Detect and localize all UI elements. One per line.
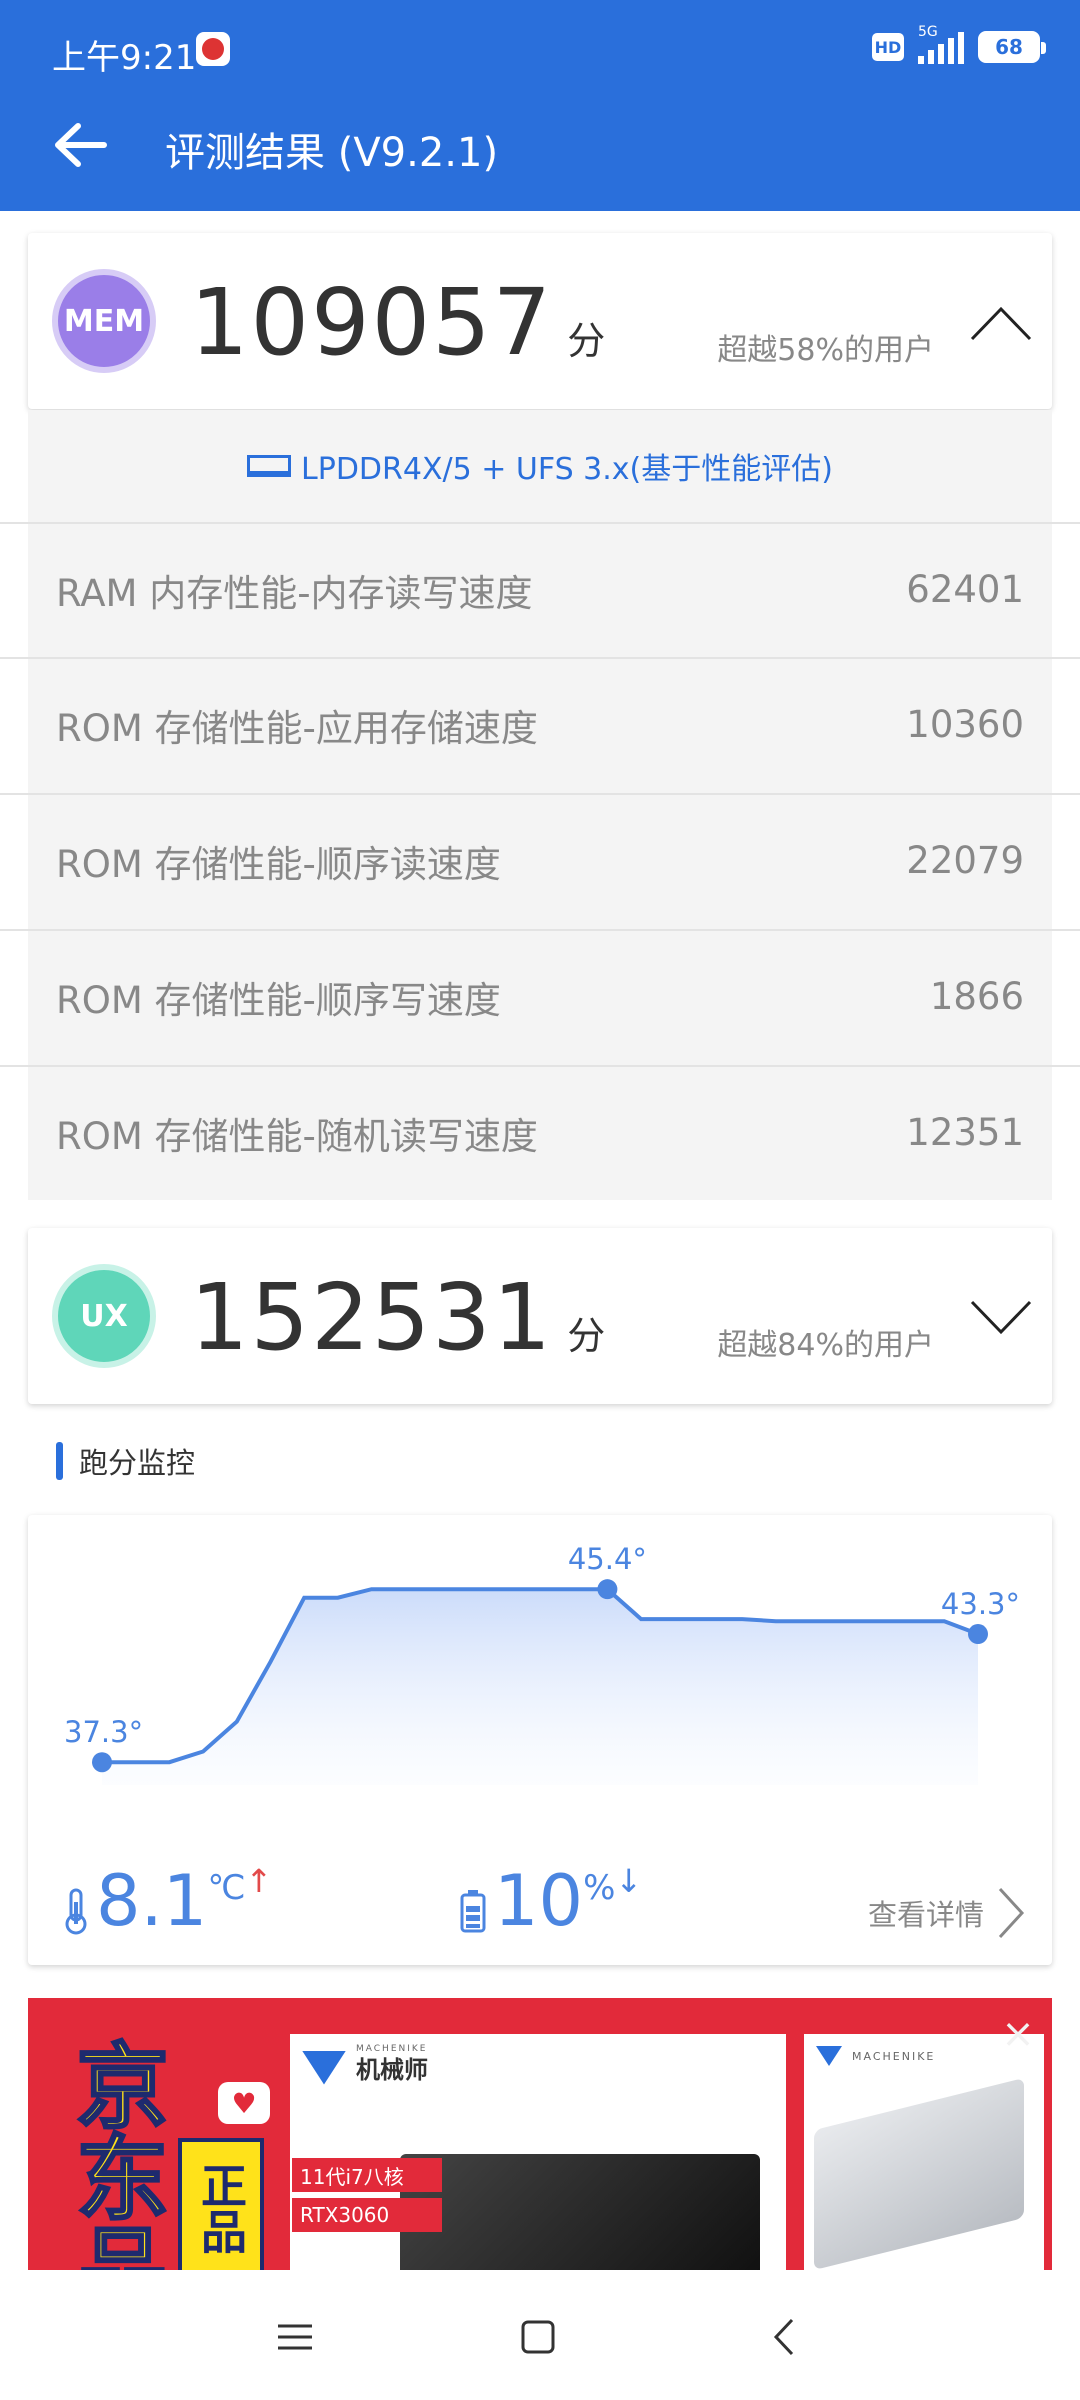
chart-data-label: 45.4° xyxy=(568,1542,647,1576)
chart-point xyxy=(597,1579,618,1600)
row-value: 12351 xyxy=(906,1111,1024,1154)
mem-score: 109057 分 xyxy=(190,269,607,376)
row-value: 22079 xyxy=(906,839,1024,882)
ram-chip-icon xyxy=(247,455,292,477)
row-value: 1866 xyxy=(929,975,1024,1018)
ad-tag: RTX3060 xyxy=(292,2198,442,2232)
heart-icon: ♥ xyxy=(218,2082,270,2124)
back-icon[interactable] xyxy=(760,2312,810,2362)
ad-product-panel[interactable]: MACHENIKE 机械师 11代i7八核 RTX3060 xyxy=(290,2034,786,2270)
row-label: ROM 存储性能-随机读写速度 xyxy=(56,1114,538,1158)
ad-store-text-label: 京东品 xyxy=(60,2037,170,2271)
chart-data-label: 43.3° xyxy=(941,1587,1020,1621)
ad-tag: 11代i7八核 xyxy=(292,2158,442,2192)
list-item: ROM 存储性能-顺序写速度 1866 xyxy=(28,929,1052,1064)
mem-score-card[interactable]: MEM 109057 分 超越58%的用户 xyxy=(28,233,1052,409)
mem-detail-list: LPDDR4X/5 + UFS 3.x(基于性能评估) RAM 内存性能-内存读… xyxy=(28,410,1052,1200)
chevron-down-icon[interactable] xyxy=(970,1300,1032,1336)
app-bar: 上午9:21 HD 5G 68 评测结果 (V9.2.1) xyxy=(0,0,1080,211)
temperature-chart-card[interactable]: 37.3° 45.4° 43.3° 8.1 ℃ ↑ 10 % ↓ 查看详情 xyxy=(28,1515,1052,1965)
battery-drain-icon xyxy=(460,1890,486,1933)
system-nav-bar xyxy=(0,2270,1080,2400)
chevron-up-icon[interactable] xyxy=(970,305,1032,341)
arrow-up-icon: ↑ xyxy=(245,1862,273,1900)
chevron-right-icon xyxy=(998,1887,1025,1939)
chart-area xyxy=(102,1589,978,1785)
ad-brand-en: MACHENIKE xyxy=(356,2044,428,2054)
row-label: ROM 存储性能-顺序读速度 xyxy=(56,842,501,886)
arrow-down-icon: ↓ xyxy=(615,1862,643,1900)
network-type: 5G xyxy=(918,24,938,40)
ux-score: 152531 分 xyxy=(190,1264,607,1371)
divider xyxy=(0,793,1080,795)
battery-unit: % xyxy=(583,1868,616,1908)
signal-icon: 5G xyxy=(918,24,964,64)
ux-score-value: 152531 xyxy=(190,1264,554,1371)
brand-logo-icon xyxy=(302,2050,346,2085)
divider xyxy=(0,1065,1080,1067)
close-icon[interactable]: × xyxy=(1000,2014,1036,2054)
back-arrow-icon[interactable] xyxy=(50,120,110,170)
temperature-unit: ℃ xyxy=(207,1868,246,1908)
page-title: 评测结果 (V9.2.1) xyxy=(165,130,499,176)
ux-exceed-text: 超越84%的用户 xyxy=(717,1328,934,1363)
home-icon[interactable] xyxy=(513,2312,563,2362)
status-bar: 上午9:21 HD 5G 68 xyxy=(0,0,1080,104)
chart-data-label: 37.3° xyxy=(64,1715,143,1749)
battery-icon: 68 xyxy=(978,31,1046,63)
ad-brand: MACHENIKE xyxy=(816,2046,935,2066)
mem-spec-label: LPDDR4X/5 + UFS 3.x(基于性能评估) xyxy=(301,452,833,487)
chart-point xyxy=(968,1624,988,1645)
ad-genuine-tag: 正品 xyxy=(178,2138,264,2270)
hd-icon: HD xyxy=(872,33,904,61)
ad-product-image xyxy=(400,2154,760,2270)
mem-exceed-text: 超越58%的用户 xyxy=(717,333,934,368)
chart-point xyxy=(92,1752,112,1773)
battery-level: 68 xyxy=(995,35,1023,59)
mem-score-value: 109057 xyxy=(190,269,554,376)
list-item: ROM 存储性能-随机读写速度 12351 xyxy=(28,1065,1052,1200)
monitor-title: 跑分监控 xyxy=(79,1446,196,1480)
laptop-image xyxy=(814,2077,1024,2270)
section-accent-bar xyxy=(56,1442,63,1480)
temperature-chart: 37.3° 45.4° 43.3° xyxy=(64,1542,1020,1785)
status-time: 上午9:21 xyxy=(52,38,197,78)
row-value: 10360 xyxy=(906,703,1024,746)
divider xyxy=(0,657,1080,659)
divider xyxy=(0,929,1080,931)
list-item: RAM 内存性能-内存读写速度 62401 xyxy=(28,522,1052,657)
mem-badge: MEM xyxy=(52,269,156,373)
battery-change: 10 % ↓ xyxy=(458,1860,642,1942)
ux-score-card[interactable]: UX 152531 分 超越84%的用户 xyxy=(28,1228,1052,1404)
thermometer-icon xyxy=(65,1888,87,1935)
divider xyxy=(0,522,1080,524)
ux-score-unit: 分 xyxy=(567,1314,608,1358)
row-value: 62401 xyxy=(906,568,1024,611)
ad-product-panel-2[interactable]: MACHENIKE xyxy=(804,2034,1044,2270)
row-label: ROM 存储性能-应用存储速度 xyxy=(56,706,538,750)
monitor-section-title: 跑分监控 xyxy=(56,1440,195,1482)
row-label: RAM 内存性能-内存读写速度 xyxy=(56,571,533,615)
mem-spec: LPDDR4X/5 + UFS 3.x(基于性能评估) xyxy=(28,410,1052,522)
temperature-change: 8.1 ℃ ↑ xyxy=(60,1860,272,1942)
ad-brand-cn: 机械师 xyxy=(356,2056,428,2084)
mem-score-unit: 分 xyxy=(567,319,608,363)
view-details-label: 查看详情 xyxy=(867,1898,984,1932)
battery-value: 10 xyxy=(494,1860,584,1942)
menu-icon[interactable] xyxy=(270,2312,320,2362)
app-notification-icon xyxy=(196,32,230,66)
row-label: ROM 存储性能-顺序写速度 xyxy=(56,978,501,1022)
ad-brand: MACHENIKE 机械师 xyxy=(302,2044,428,2085)
ad-brand-en: MACHENIKE xyxy=(852,2049,936,2063)
ux-badge: UX xyxy=(52,1264,156,1368)
view-details-link[interactable]: 查看详情 xyxy=(868,1887,1026,1939)
temperature-value: 8.1 xyxy=(96,1860,208,1942)
list-item: ROM 存储性能-顺序读速度 22079 xyxy=(28,793,1052,928)
list-item: ROM 存储性能-应用存储速度 10360 xyxy=(28,657,1052,792)
ad-store-text: 京东品 xyxy=(60,2037,170,2271)
brand-logo-icon xyxy=(816,2046,842,2066)
advertisement-banner[interactable]: 京东品 ♥ 正品 MACHENIKE 机械师 11代i7八核 RTX3060 M… xyxy=(28,1998,1052,2270)
